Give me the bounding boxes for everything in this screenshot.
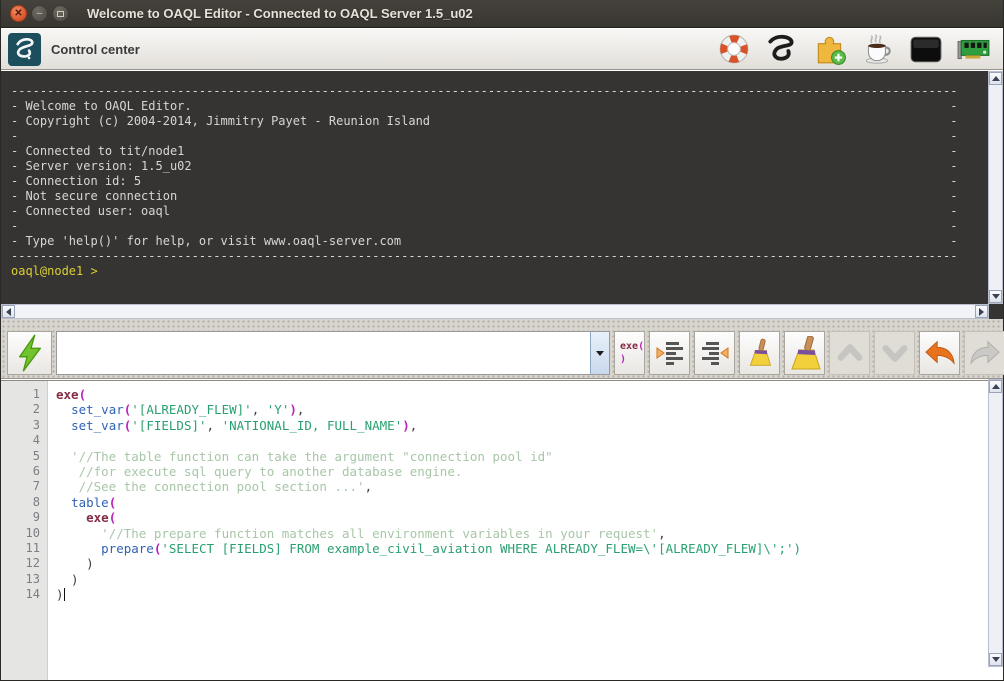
titlebar: ✕ – Welcome to OAQL Editor - Connected t… [1, 0, 1003, 28]
maximize-icon [57, 11, 64, 17]
lightning-run-icon [15, 334, 45, 372]
window-controls: ✕ – [10, 5, 69, 22]
redo-button[interactable] [964, 331, 1004, 375]
toolbar-actions [717, 32, 991, 66]
network-card-icon[interactable] [957, 32, 991, 66]
app-window: ✕ – Welcome to OAQL Editor - Connected t… [0, 0, 1004, 681]
broom-small-icon [746, 338, 774, 368]
clean-small-button[interactable] [739, 331, 780, 375]
exe-snippet-line1: exe( [620, 342, 644, 352]
terminal-banner: ----------------------------------------… [1, 71, 988, 264]
chevron-up-icon [835, 340, 865, 366]
terminal-view: ----------------------------------------… [1, 71, 988, 304]
snake-icon[interactable] [765, 32, 799, 66]
run-button[interactable] [7, 331, 52, 375]
snake-logo-icon [8, 33, 41, 66]
scroll-left-button[interactable] [2, 305, 15, 318]
arrow-left-icon [6, 308, 11, 316]
command-combobox [56, 331, 610, 375]
minimize-button[interactable]: – [31, 5, 48, 22]
toolbar-title: Control center [51, 42, 140, 57]
control-center-toolbar: Control center [1, 29, 1003, 70]
command-bar: exe( ) [1, 319, 1003, 379]
arrow-right-icon [979, 308, 984, 316]
terminal-panel[interactable]: ----------------------------------------… [1, 71, 1003, 319]
scroll-down-button[interactable] [989, 653, 1002, 666]
editor-code[interactable]: exe( set_var('[ALREADY_FLEW]', 'Y'), set… [48, 381, 1003, 680]
format-right-icon [699, 337, 731, 369]
redo-arrow-icon [968, 338, 1002, 368]
scrollbar-track[interactable] [15, 305, 975, 318]
format-left-button[interactable] [649, 331, 690, 375]
close-button[interactable]: ✕ [10, 5, 27, 22]
lifebuoy-help-icon[interactable] [717, 32, 751, 66]
editor-gutter: 1234567891011121314 [1, 381, 48, 680]
terminal-vertical-scrollbar[interactable] [988, 71, 1003, 304]
broom-large-icon [788, 336, 822, 370]
arrow-up-icon [992, 384, 1000, 389]
scroll-down-button[interactable] [989, 290, 1002, 303]
scroll-up-button[interactable] [989, 72, 1002, 85]
command-input[interactable] [57, 332, 590, 374]
arrow-down-icon [992, 657, 1000, 662]
terminal-horizontal-scrollbar[interactable] [1, 304, 989, 319]
puzzle-add-icon[interactable] [813, 32, 847, 66]
window-title: Welcome to OAQL Editor - Connected to OA… [87, 6, 473, 21]
clean-large-button[interactable] [784, 331, 825, 375]
editor-vertical-scrollbar[interactable] [988, 379, 1003, 667]
format-left-icon [654, 337, 686, 369]
arrow-down-icon [992, 294, 1000, 299]
scroll-right-button[interactable] [975, 305, 988, 318]
undo-arrow-icon [923, 338, 957, 368]
code-editor: 1234567891011121314 exe( set_var('[ALREA… [1, 380, 1003, 680]
exe-snippet-line2: ) [620, 355, 626, 365]
coffee-icon[interactable] [861, 32, 895, 66]
maximize-button[interactable] [52, 5, 69, 22]
terminal-prompt: oaql@node1 > [1, 264, 988, 279]
chevron-down-icon [596, 351, 604, 356]
move-down-button[interactable] [874, 331, 915, 375]
arrow-up-icon [992, 76, 1000, 81]
format-right-button[interactable] [694, 331, 735, 375]
combo-dropdown-button[interactable] [590, 332, 609, 374]
move-up-button[interactable] [829, 331, 870, 375]
terminal-screen-icon[interactable] [909, 32, 943, 66]
chevron-down-icon [880, 340, 910, 366]
scroll-up-button[interactable] [989, 380, 1002, 393]
undo-button[interactable] [919, 331, 960, 375]
exe-snippet-button[interactable]: exe( ) [614, 331, 645, 375]
